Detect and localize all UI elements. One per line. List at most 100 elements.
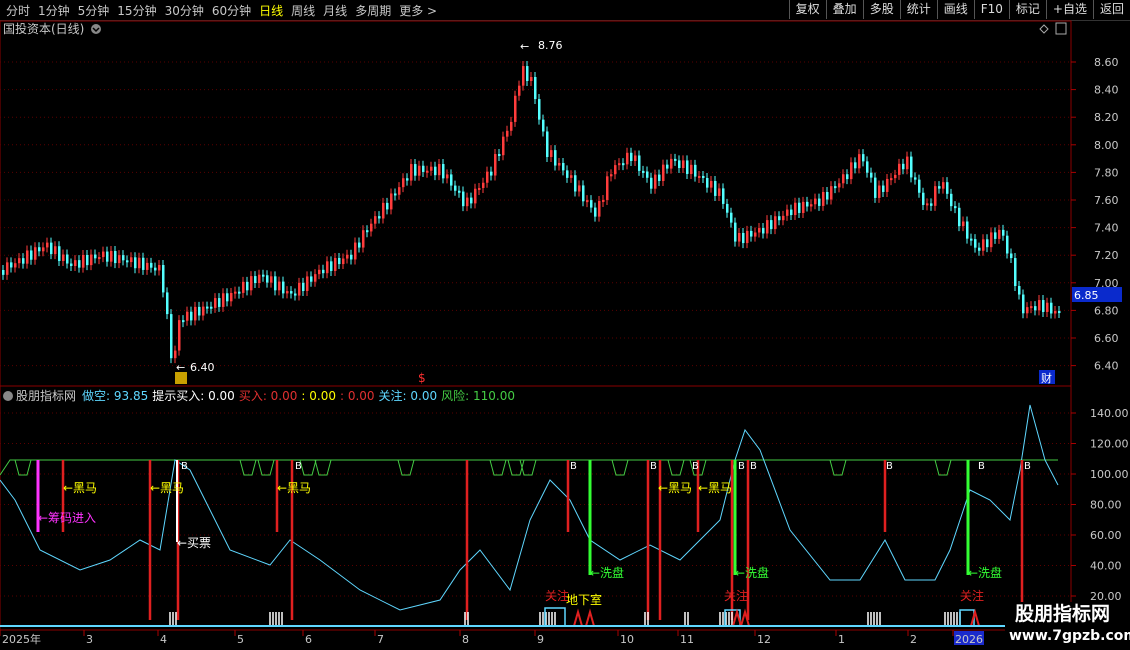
x-axis-label: 7 [377,633,384,646]
price-tick-label: 7.80 [1094,166,1119,179]
period-tab-10[interactable]: 更多 > [395,2,441,19]
candle-body [722,188,725,204]
candle-body [146,262,149,270]
candle-body [178,320,181,351]
dividend-icon[interactable]: $ [418,371,426,385]
candle-body [1034,306,1037,311]
heima-label: ←黑马 [63,481,97,495]
candle-body [554,150,557,166]
risk-dip [519,459,537,476]
period-tab-6[interactable]: 日线 [255,2,287,19]
toolbar-button-1[interactable]: 叠加 [825,0,863,19]
toolbar-button-4[interactable]: 画线 [936,0,974,19]
candle-body [702,175,705,178]
toolbar-button-6[interactable]: 标记 [1008,0,1046,19]
candle-body [222,293,225,307]
event-marker-icon[interactable] [175,372,187,384]
candle-body [262,274,265,277]
chart-area[interactable]: 国投资本(日线) 8.60 8.40 8.20 8.00 7.80 7.60 7.40 7.2… [0,20,1130,650]
candle-body [246,281,249,291]
candle-body [494,154,497,176]
diamond-icon[interactable] [1039,24,1049,34]
candle-body [714,180,717,196]
period-tab-1[interactable]: 1分钟 [34,2,74,19]
toolbar-button-8[interactable]: 返回 [1092,0,1130,19]
risk-dip [829,459,847,476]
x-axis-label: 5 [237,633,244,646]
x-axis-label: 10 [620,633,634,646]
title-dropdown-icon[interactable] [91,24,101,34]
period-tab-2[interactable]: 5分钟 [74,2,114,19]
candle-body [978,247,981,251]
candle-body [610,174,613,177]
toolbar-button-5[interactable]: F10 [973,0,1009,19]
x-axis-label: 11 [680,633,694,646]
candle-body [114,251,117,264]
candle-body [886,178,889,192]
candle-body [90,254,93,266]
risk-dip [934,459,952,476]
candle-body [650,177,653,189]
candle-body [742,232,745,244]
candle-body [590,200,593,208]
candle-body [378,216,381,219]
stock-title: 国投资本(日线) [3,21,84,36]
indicator-value-4: : 0.00 [339,389,375,403]
candle-body [78,260,81,268]
candle-body [502,136,505,156]
candle-body [454,185,457,191]
short-line [0,404,1059,611]
toolbar-button-2[interactable]: 多股 [862,0,900,19]
candle-body [242,281,245,293]
candle-body [686,160,689,174]
panel-toggle-icon[interactable] [1055,22,1067,35]
toolbar-button-0[interactable]: 复权 [788,0,826,19]
candle-body [442,164,445,179]
xipan-label: ←洗盘 [735,565,769,580]
period-tab-8[interactable]: 月线 [319,2,351,19]
candle-body [1022,294,1025,314]
price-tick-label: 8.60 [1094,56,1119,69]
candle-body [946,182,949,194]
candle-body [294,293,297,296]
candle-body [874,177,877,198]
indicator-value-6: 风险: 110.00 [441,389,515,403]
candle-body [682,160,685,169]
candle-body [58,246,61,262]
candle-body [462,191,465,207]
period-tab-4[interactable]: 30分钟 [161,2,208,19]
period-tab-3[interactable]: 15分钟 [113,2,160,19]
period-tab-9[interactable]: 多周期 [351,2,395,19]
candle-body [270,276,273,283]
candle-body [998,229,1001,239]
toolbar-button-7[interactable]: +自选 [1045,0,1093,19]
candle-body [202,306,205,316]
indicator-marks: B B B B B B B B B B←黑马 ←黑马 ←黑马 ←黑马 ←黑马←筹码进入←买票←洗盘 ←洗盘 ←… [0,404,1071,627]
candle-body [386,202,389,210]
candle-body [430,166,433,171]
candle-body [754,232,757,237]
candle-body [278,281,281,291]
candle-body [10,262,13,268]
candle-body [130,257,133,263]
candle-body [718,188,721,196]
candle-body [730,212,733,223]
candle-body [478,187,481,190]
candle-body [654,174,657,189]
indicator-dropdown-icon[interactable] [3,391,13,401]
candle-body [942,182,945,189]
period-tab-7[interactable]: 周线 [287,2,319,19]
price-tick-label: 8.00 [1094,139,1119,152]
xipan-label: ←洗盘 [590,565,624,580]
period-tab-5[interactable]: 60分钟 [208,2,255,19]
toolbar-button-3[interactable]: 统计 [899,0,937,19]
candle-body [966,221,969,239]
x-axis-label: 1 [838,633,845,646]
current-price-value: 6.85 [1074,289,1099,302]
period-tab-0[interactable]: 分时 [2,2,34,19]
candle-body [750,230,753,237]
b-label: B [1024,461,1031,472]
finance-icon[interactable]: 财 [1041,371,1052,385]
candle-body [358,242,361,248]
candle-body [662,164,665,181]
